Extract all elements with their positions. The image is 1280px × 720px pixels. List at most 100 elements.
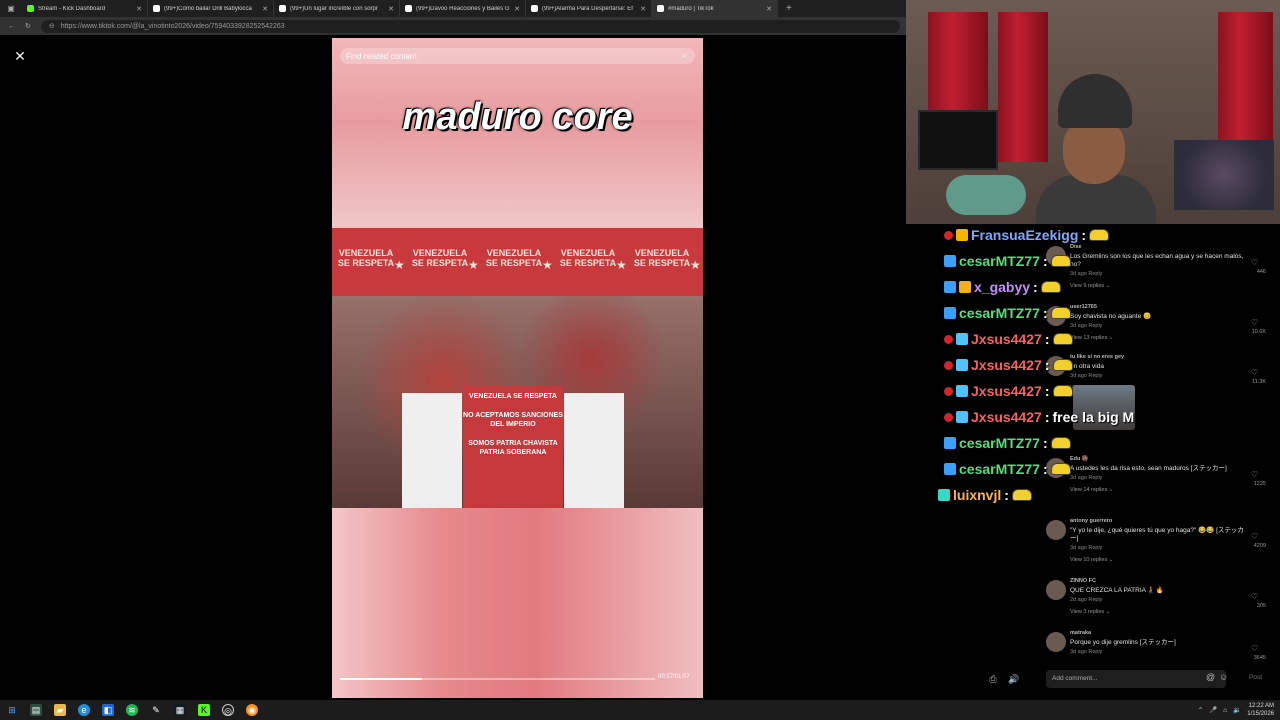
close-tab-icon[interactable]: ✕: [136, 5, 142, 13]
save-icon[interactable]: ⎙: [986, 672, 1000, 686]
view-replies-link[interactable]: View 3 replies ⌄: [1070, 609, 1110, 615]
close-tab-icon[interactable]: ✕: [388, 5, 394, 13]
file-explorer-icon[interactable]: ▰: [54, 704, 66, 716]
like-count: 1225: [1253, 481, 1266, 487]
chevron-up-icon[interactable]: ⌃: [1198, 706, 1203, 714]
gremlin-emote-icon: [1089, 229, 1110, 241]
browser-tab[interactable]: Stream - Kick Dashboard ✕: [22, 0, 148, 17]
video-player[interactable]: Find related content ⌕ maduro core VENEZ…: [332, 38, 703, 698]
video-progress-bar[interactable]: [340, 678, 655, 680]
store-icon[interactable]: ◧: [102, 704, 114, 716]
podium-text: VENEZUELA SE RESPETA: [469, 393, 557, 400]
chat-separator: :: [1042, 435, 1048, 451]
chat-username[interactable]: cesarMTZ77: [959, 253, 1040, 269]
clock[interactable]: 12:22 AM 1/15/2026: [1247, 702, 1274, 718]
browser-tab[interactable]: (99+)Davoo Reacciones y Bailes G ✕: [400, 0, 526, 17]
chat-username[interactable]: Jxsus4427: [971, 357, 1042, 373]
tab-favicon-icon: [657, 5, 664, 12]
gremlin-emote-icon: [1052, 359, 1073, 371]
comment-bar: ⎙ 🔊 Add comment... @ ☺ Post: [982, 670, 1272, 688]
close-tab-icon[interactable]: ✕: [514, 5, 520, 13]
chat-username[interactable]: Jxsus4427: [971, 331, 1042, 347]
chat-message: cesarMTZ77:: [944, 303, 1071, 323]
venezuela-banner: VENEZUELA SE RESPETA ★ VENEZUELA SE RESPET…: [332, 228, 703, 296]
curtain-middle: [998, 12, 1048, 162]
chat-username[interactable]: FransuaEzekigg: [971, 227, 1078, 243]
chrome-icon[interactable]: ◎: [222, 704, 234, 716]
chat-separator: :: [1042, 461, 1048, 477]
reload-icon[interactable]: ↻: [25, 22, 31, 30]
heart-icon[interactable]: ♡: [1251, 592, 1258, 601]
chat-username[interactable]: luixnvjl: [953, 487, 1001, 503]
spotify-icon[interactable]: ≋: [126, 704, 138, 716]
gold-badge-icon: [959, 281, 971, 293]
feather-icon[interactable]: ✎: [150, 704, 162, 716]
new-tab-button[interactable]: +: [778, 3, 792, 14]
view-replies-link[interactable]: View 10 replies ⌄: [1070, 557, 1113, 563]
back-icon[interactable]: ←: [8, 23, 15, 30]
kick-icon[interactable]: K: [198, 704, 210, 716]
app-icon[interactable]: ◉: [246, 704, 258, 716]
edge-browser-icon[interactable]: e: [78, 704, 90, 716]
chat-username[interactable]: cesarMTZ77: [959, 461, 1040, 477]
close-tab-icon[interactable]: ✕: [766, 5, 772, 13]
live-badge-icon: [944, 230, 953, 240]
comment-meta[interactable]: 3d ago Reply: [1070, 545, 1102, 551]
gremlin-emote-icon: [1052, 385, 1073, 397]
comment-text: Porque yo dije gremlins [ステッカー]: [1070, 639, 1176, 646]
video-scene: VENEZUELA SE RESPETA ★ VENEZUELA SE RESPET…: [332, 228, 703, 604]
volume-icon[interactable]: 🔊: [1007, 672, 1021, 686]
heart-icon[interactable]: ♡: [1251, 258, 1258, 267]
mic-icon[interactable]: 🎤: [1209, 706, 1217, 714]
window-menu-icon[interactable]: ▣: [0, 4, 22, 13]
chat-username[interactable]: Jxsus4427: [971, 383, 1042, 399]
chat-username[interactable]: x_gabyy: [974, 279, 1030, 295]
avatar[interactable]: [1046, 580, 1066, 600]
clothes-pile: [1174, 140, 1274, 210]
avatar[interactable]: [1046, 520, 1066, 540]
chat-message: Jxsus4427: free la big M: [944, 407, 1134, 427]
chat-message: Jxsus4427:: [944, 355, 1073, 375]
comment-username[interactable]: antony guerrero: [1070, 518, 1112, 524]
comment-meta[interactable]: 3d ago Reply: [1070, 649, 1102, 655]
windows-start-icon[interactable]: ⊞: [6, 704, 18, 716]
post-button[interactable]: Post: [1249, 674, 1262, 681]
add-comment-input[interactable]: Add comment...: [1046, 670, 1226, 688]
heart-icon[interactable]: ♡: [1251, 470, 1258, 479]
avatar[interactable]: [1046, 632, 1066, 652]
browser-tab[interactable]: #maduro | TikTok ✕: [652, 0, 778, 17]
close-tab-icon[interactable]: ✕: [640, 5, 646, 13]
emoji-icon[interactable]: ☺: [1219, 672, 1228, 682]
heart-icon[interactable]: ♡: [1251, 368, 1258, 377]
browser-tab[interactable]: (99+)Cómo bailar Drill Babylocca ✕: [148, 0, 274, 17]
comment-username[interactable]: ZINNO FC: [1070, 578, 1096, 584]
heart-icon[interactable]: ♡: [1251, 318, 1258, 327]
podium-text: NO ACEPTAMOS SANCIONES DEL IMPERIO: [463, 412, 563, 428]
chat-separator: :: [1042, 305, 1048, 321]
obs-icon[interactable]: ▦: [174, 704, 186, 716]
url-field[interactable]: ⊖ https://www.tiktok.com/@la_vinotinto20…: [40, 19, 900, 33]
terminal-icon[interactable]: ▤: [30, 704, 42, 716]
search-icon[interactable]: ⌕: [683, 51, 687, 61]
related-search-input[interactable]: Find related content ⌕: [340, 48, 695, 64]
tv-screen: [918, 110, 998, 170]
live-badge-icon: [944, 386, 953, 396]
gremlin-emote-icon: [1052, 333, 1073, 345]
browser-tab[interactable]: (99+)Un lugar increíble con sorpr ✕: [274, 0, 400, 17]
chat-username[interactable]: Jxsus4427: [971, 409, 1042, 425]
chat-username[interactable]: cesarMTZ77: [959, 435, 1040, 451]
network-icon[interactable]: ⌂: [1223, 707, 1227, 714]
comment-username[interactable]: matraka: [1070, 630, 1091, 636]
chat-separator: :: [1044, 383, 1050, 399]
comment-meta[interactable]: 2d ago Reply: [1070, 597, 1102, 603]
browser-tab[interactable]: (99+)Alarma Para Despertarse: Ef ✕: [526, 0, 652, 17]
close-video-button[interactable]: ✕: [12, 48, 28, 64]
mention-icon[interactable]: @: [1206, 672, 1215, 682]
chat-text: free la big M: [1052, 409, 1135, 425]
heart-icon[interactable]: ♡: [1251, 644, 1258, 653]
close-tab-icon[interactable]: ✕: [262, 5, 268, 13]
chat-username[interactable]: cesarMTZ77: [959, 305, 1040, 321]
grid-badge-icon: [956, 385, 968, 397]
volume-tray-icon[interactable]: 🔉: [1233, 706, 1241, 714]
heart-icon[interactable]: ♡: [1251, 532, 1258, 541]
